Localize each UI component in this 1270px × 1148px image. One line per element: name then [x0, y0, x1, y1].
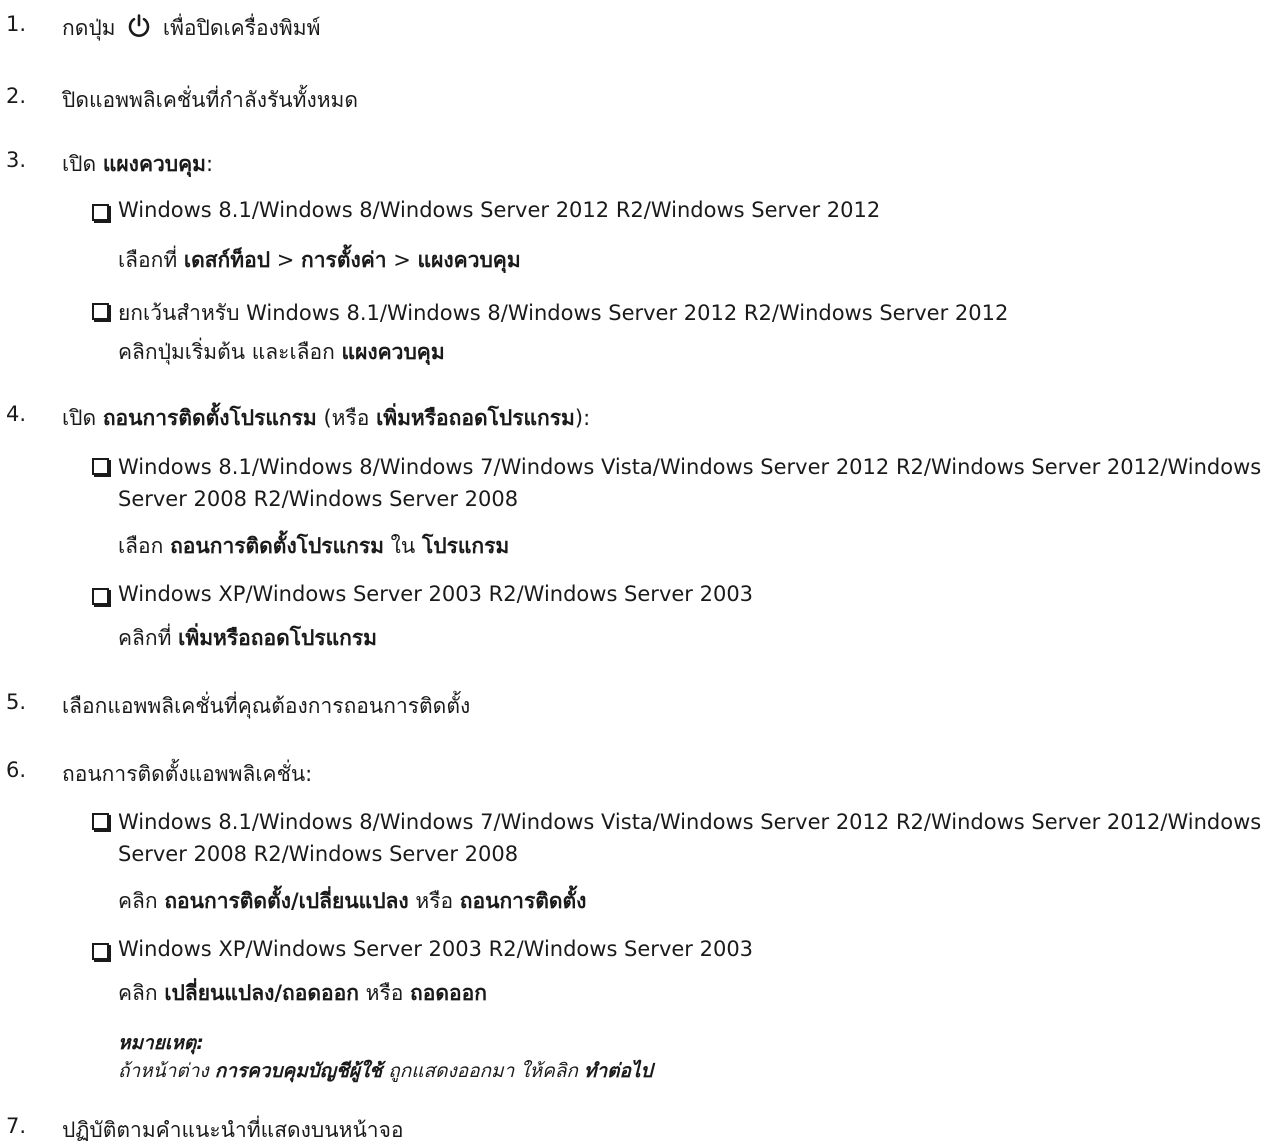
step-text: ปิดแอพพลิเคชั่นที่กำลังรันทั้งหมด [62, 88, 359, 112]
step-text: เปิด ถอนการติดตั้งโปรแกรม (หรือ เพิ่มหรื… [62, 402, 590, 435]
step-text-bold: ถอนการติดตั้งโปรแกรม [102, 406, 317, 430]
step-text-bold: เพิ่มหรือถอดโปรแกรม [376, 406, 575, 430]
os-condition: ยกเว้นสำหรับ Windows 8.1/Windows 8/Windo… [118, 301, 1009, 325]
checkbox-bullet [92, 303, 109, 320]
checkbox-bullet [92, 458, 109, 475]
os-condition: Windows 8.1/Windows 8/Windows 7/Windows … [118, 455, 1262, 511]
step-text-post: เพื่อปิดเครื่องพิมพ์ [162, 16, 321, 40]
menu-desktop: เดสก์ท็อป [183, 248, 271, 272]
note-mid: ถูกแสดงออกมา ให้คลิก [388, 1060, 578, 1082]
menu-add-remove-programs: เพิ่มหรือถอดโปรแกรม [178, 626, 377, 650]
step-number: 5. [6, 690, 27, 714]
step-number: 3. [6, 148, 27, 172]
step-text-pre: เปิด [62, 406, 97, 430]
step-number: 1. [6, 12, 27, 36]
step-text: กดปุ่ม เพื่อปิดเครื่องพิมพ์ [62, 12, 320, 45]
step-text-post: ): [574, 406, 591, 430]
action-text: คลิก เปลี่ยนแปลง/ถอดออก หรือ ถอดออก [118, 977, 487, 1010]
step-text: เปิด แผงควบคุม: [62, 148, 213, 181]
action-pre: เลือก [118, 534, 164, 558]
os-condition: Windows 8.1/Windows 8/Windows 7/Windows … [118, 810, 1262, 866]
step-text: เลือกแอพพลิเคชั่นที่คุณต้องการถอนการติดต… [62, 694, 471, 718]
note-title: หมายเหตุ: [118, 1032, 204, 1054]
action-text: คลิกปุ่มเริ่มต้น และเลือก แผงควบคุม [118, 336, 445, 369]
action-text: เลือก ถอนการติดตั้งโปรแกรม ใน โปรแกรม [118, 530, 509, 563]
menu-uninstall: ถอนการติดตั้ง [459, 889, 587, 913]
action-pre: คลิกที่ [118, 626, 172, 650]
action-pre: เลือกที่ [118, 248, 178, 272]
action-mid: หรือ [415, 889, 454, 913]
menu-change-remove: เปลี่ยนแปลง/ถอดออก [164, 981, 359, 1005]
menu-settings: การตั้งค่า [301, 248, 387, 272]
step-text-post: : [206, 152, 214, 176]
menu-remove: ถอดออก [410, 981, 487, 1005]
step-text-pre: กดปุ่ม [62, 16, 116, 40]
action-pre: คลิกปุ่มเริ่มต้น และเลือก [118, 340, 335, 364]
action-pre: คลิก [118, 981, 158, 1005]
menu-programs: โปรแกรม [421, 534, 510, 558]
step-text: ถอนการติดตั้งแอพพลิเคชั่น: [62, 762, 313, 786]
note-pre: ถ้าหน้าต่าง [118, 1060, 209, 1082]
step-text-bold: แผงควบคุม [102, 152, 206, 176]
checkbox-bullet [92, 943, 109, 960]
action-text: คลิก ถอนการติดตั้ง/เปลี่ยนแปลง หรือ ถอนก… [118, 885, 586, 918]
step-number: 2. [6, 84, 27, 108]
menu-control-panel: แผงควบคุม [341, 340, 445, 364]
os-condition: Windows 8.1/Windows 8/Windows Server 201… [118, 198, 881, 222]
checkbox-bullet [92, 813, 109, 830]
step-text-pre: เปิด [62, 152, 97, 176]
step-number: 7. [6, 1114, 27, 1138]
breadcrumb-separator: > [276, 248, 295, 272]
note-body: ถ้าหน้าต่าง การควบคุมบัญชีผู้ใช้ ถูกแสดง… [118, 1056, 653, 1086]
instruction-document: 1. กดปุ่ม เพื่อปิดเครื่องพิมพ์ 2. ปิดแอพ… [0, 0, 1270, 1148]
menu-uninstall-program: ถอนการติดตั้งโปรแกรม [170, 534, 384, 558]
power-icon [126, 13, 152, 39]
step-number: 6. [6, 758, 27, 782]
checkbox-bullet [92, 588, 109, 605]
step-text-mid: (หรือ [323, 406, 370, 430]
note-continue: ทำต่อไป [583, 1060, 653, 1082]
note-uac-window: การควบคุมบัญชีผู้ใช้ [214, 1060, 383, 1082]
action-text: คลิกที่ เพิ่มหรือถอดโปรแกรม [118, 622, 377, 655]
action-text: เลือกที่ เดสก์ท็อป > การตั้งค่า > แผงควบ… [118, 244, 521, 277]
action-mid: หรือ [365, 981, 404, 1005]
step-number: 4. [6, 402, 27, 426]
step-text: ปฏิบัติตามคำแนะนำที่แสดงบนหน้าจอ [62, 1118, 404, 1142]
os-condition: Windows XP/Windows Server 2003 R2/Window… [118, 582, 754, 606]
action-pre: คลิก [118, 889, 158, 913]
menu-control-panel: แผงควบคุม [417, 248, 521, 272]
action-mid: ใน [390, 534, 416, 558]
checkbox-bullet [92, 204, 109, 221]
os-condition: Windows XP/Windows Server 2003 R2/Window… [118, 937, 754, 961]
breadcrumb-separator: > [393, 248, 411, 272]
menu-uninstall-change: ถอนการติดตั้ง/เปลี่ยนแปลง [164, 889, 409, 913]
